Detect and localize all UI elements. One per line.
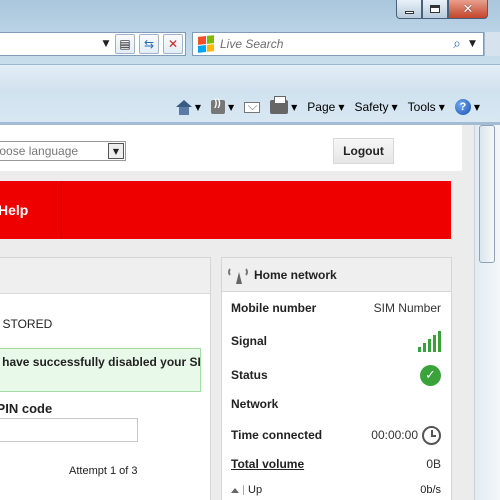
time-connected-label: Time connected [231, 428, 323, 442]
page-menu-label: Page [307, 100, 336, 114]
up-arrow-icon [231, 487, 239, 493]
row-time-connected: Time connected 00:00:00 [231, 424, 441, 446]
row-mobile-number: Mobile number SIM Number [231, 298, 441, 318]
help-icon: ? [454, 99, 471, 115]
maximize-button[interactable] [422, 0, 448, 19]
help-menu[interactable]: ? ▼ [454, 99, 480, 115]
command-bar: ▼ ▼ ▼ Page▼ Safety▼ Tools▼ ?▼ [0, 92, 500, 122]
maximize-icon [430, 5, 440, 13]
mobile-number-value: SIM Number [373, 301, 441, 315]
mail-button[interactable] [244, 101, 261, 113]
language-select-value: Choose language [0, 144, 79, 158]
home-button[interactable]: ▼ [175, 99, 201, 115]
up-speed-value: 0b/s [420, 484, 441, 496]
close-window-button[interactable]: ✕ [448, 0, 488, 19]
language-select[interactable]: Choose language ▼ [0, 141, 126, 161]
chevron-down-icon: ▼ [194, 102, 201, 112]
print-button[interactable]: ▼ [270, 96, 298, 114]
logout-button[interactable]: Logout [333, 138, 394, 164]
chrome-edge [484, 32, 500, 56]
antenna-icon [228, 266, 248, 284]
minimize-icon [404, 10, 414, 14]
home-network-header: Home network [222, 258, 451, 292]
total-volume-link[interactable]: Total volume [231, 457, 304, 471]
address-dropdown-icon[interactable]: ▼ [101, 39, 111, 49]
search-options-icon[interactable]: ▼ [469, 39, 483, 49]
address-bar[interactable]: ▼ ▤ ⇆ ✕ [0, 32, 186, 56]
up-speed-label-group: Up [231, 484, 262, 496]
live-search-box[interactable]: Live Search ⌕ ▼ [192, 32, 484, 56]
safety-menu-label: Safety [354, 100, 389, 114]
chevron-down-icon: ▼ [391, 102, 398, 112]
vertical-scrollbar[interactable] [474, 125, 500, 500]
safety-menu[interactable]: Safety ▼ [354, 100, 397, 114]
top-bar: Choose language ▼ Logout [0, 125, 462, 171]
pin-field-label: Current PIN code [0, 401, 52, 416]
attempt-counter: Attempt 1 of 3 [69, 465, 138, 477]
pin-status-text: NOT STORED [0, 317, 52, 331]
network-label: Network [231, 397, 279, 411]
mail-icon [244, 101, 261, 113]
close-icon: ✕ [462, 1, 474, 17]
signal-bar [418, 347, 421, 352]
up-speed-label: Up [248, 484, 263, 496]
sim-pin-panel-header [0, 258, 210, 294]
browser-chrome: ✕ ▼ ▤ ⇆ ✕ Live Search ⌕ ▼ ▼ ▼ ▼ Page▼ Sa… [0, 0, 500, 125]
time-connected-value: 00:00:00 [371, 428, 418, 442]
chevron-down-icon: ▼ [338, 102, 345, 112]
pin-field-label-text: Current PIN code [0, 401, 53, 416]
menu-item-help[interactable]: Help [0, 181, 62, 239]
stop-icon[interactable]: ✕ [163, 34, 183, 54]
row-signal: Signal [231, 328, 441, 354]
row-status: Status ✓ [231, 363, 441, 387]
chevron-down-icon: ▼ [227, 102, 235, 112]
chevron-down-icon: ▼ [291, 102, 298, 112]
home-icon [175, 99, 192, 115]
row-network: Network [231, 394, 441, 414]
minimize-button[interactable] [396, 0, 422, 19]
sim-pin-panel: NOT STORED You have successfully disable… [0, 257, 211, 500]
printer-icon [270, 96, 289, 114]
signal-bar [438, 331, 441, 352]
signal-strength-icon [418, 330, 441, 352]
chevron-down-icon[interactable]: ▼ [108, 143, 124, 159]
tools-menu-label: Tools [407, 100, 436, 114]
chevron-down-icon: ▼ [473, 102, 480, 112]
pin-status-value: NOT STORED [0, 317, 53, 331]
success-message-text: You have successfully disabled your SIM [0, 355, 201, 369]
main-menu-bar: Help [0, 181, 451, 239]
signal-label: Signal [231, 334, 268, 348]
compatibility-view-icon[interactable]: ▤ [115, 34, 135, 54]
scrollbar-thumb[interactable] [479, 125, 495, 263]
refresh-icon[interactable]: ⇆ [139, 34, 159, 54]
row-up-speed: Up 0b/s [231, 484, 441, 496]
tools-menu[interactable]: Tools ▼ [408, 100, 445, 114]
windows-logo-icon [198, 35, 214, 53]
status-label: Status [231, 368, 268, 382]
rss-icon [210, 98, 225, 114]
signal-bar [428, 339, 431, 352]
success-message: You have successfully disabled your SIM [0, 348, 201, 392]
total-volume-value: 0B [426, 457, 441, 471]
mobile-number-label: Mobile number [231, 301, 317, 315]
home-network-title: Home network [254, 267, 337, 282]
check-icon: ✓ [420, 364, 441, 386]
signal-bar [423, 343, 426, 352]
page-menu[interactable]: Page ▼ [307, 100, 344, 114]
search-icon[interactable]: ⌕ [445, 36, 469, 52]
divider [243, 485, 244, 495]
time-connected-box: 00:00:00 [371, 425, 441, 445]
pin-input[interactable] [0, 418, 138, 442]
page-content: Choose language ▼ Logout Help NOT STORED… [0, 125, 474, 500]
signal-bar [433, 335, 436, 352]
chevron-down-icon: ▼ [438, 102, 445, 112]
row-total-volume: Total volume 0B [231, 454, 441, 474]
clock-icon [422, 425, 441, 445]
window-controls: ✕ [396, 0, 488, 19]
feeds-button[interactable]: ▼ [210, 98, 235, 114]
menu-item-help-label: Help [0, 202, 29, 218]
tab-strip [0, 64, 500, 92]
search-input[interactable]: Live Search [220, 37, 445, 51]
